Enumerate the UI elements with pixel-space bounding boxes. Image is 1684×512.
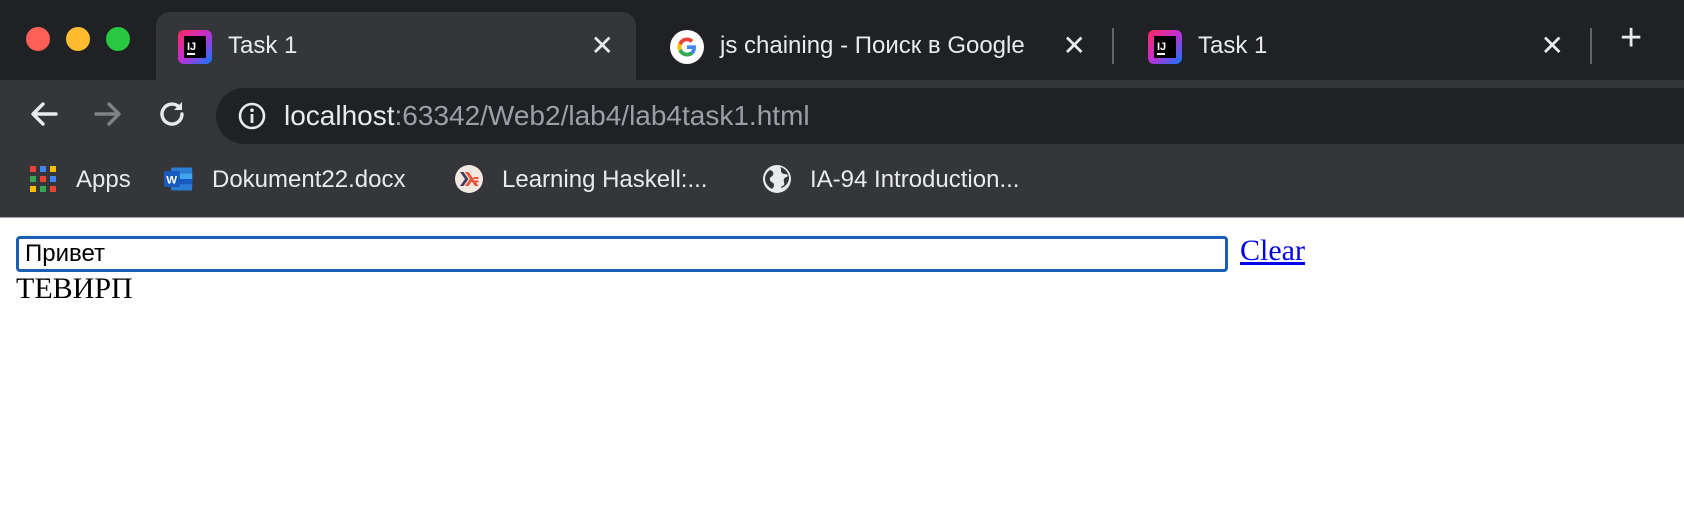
address-bar[interactable]: localhost:63342/Web2/lab4/lab4task1.html: [216, 88, 1684, 144]
reload-button[interactable]: [154, 96, 190, 132]
text-input[interactable]: [16, 236, 1228, 272]
close-tab-icon[interactable]: ✕: [591, 30, 614, 62]
info-icon[interactable]: [238, 102, 266, 130]
back-arrow-icon: [31, 102, 58, 126]
tab-task-1-active[interactable]: IJ Task 1 ✕: [156, 12, 636, 80]
address-url: localhost:63342/Web2/lab4/lab4task1.html: [284, 100, 810, 132]
tab-title: Task 1: [1198, 32, 1268, 59]
svg-text:W: W: [166, 174, 177, 186]
forward-arrow-icon: [94, 102, 121, 126]
svg-text:IJ: IJ: [1157, 41, 1166, 53]
tab-separator: [1112, 28, 1114, 64]
tab-strip: IJ Task 1 ✕ js chaining - Поиск в Google…: [0, 0, 1684, 80]
intellij-icon: IJ: [1148, 30, 1182, 64]
url-host: localhost: [284, 100, 395, 131]
globe-icon: [763, 165, 791, 193]
url-path: :63342/Web2/lab4/lab4task1.html: [394, 100, 810, 131]
close-tab-icon[interactable]: ✕: [1541, 30, 1564, 62]
page-content: Clear ТЕВИРП: [0, 218, 1684, 512]
svg-text:IJ: IJ: [187, 41, 196, 53]
intellij-icon: IJ: [178, 30, 212, 64]
google-icon: [670, 30, 704, 64]
bookmark-label: Learning Haskell:...: [502, 166, 708, 193]
reload-icon: [160, 102, 184, 126]
tab-task-1[interactable]: IJ Task 1 ✕: [1126, 12, 1586, 80]
word-icon: W: [164, 167, 193, 191]
bookmark-label: Apps: [76, 166, 131, 193]
fullscreen-window-button[interactable]: [106, 27, 130, 51]
minimize-window-button[interactable]: [66, 27, 90, 51]
forward-button[interactable]: [90, 96, 126, 132]
tab-title: js chaining - Поиск в Google: [720, 32, 1025, 59]
close-window-button[interactable]: [26, 27, 50, 51]
clear-link[interactable]: Clear: [1240, 234, 1305, 268]
tab-google-search[interactable]: js chaining - Поиск в Google ✕: [648, 12, 1108, 80]
new-tab-button[interactable]: +: [1620, 18, 1642, 58]
bookmarks-bar: Apps W Dokument22.docx Learning Haskell:…: [0, 150, 1684, 210]
reversed-output-text: ТЕВИРП: [16, 272, 133, 305]
haskell-icon: [455, 165, 483, 193]
bookmark-label: Dokument22.docx: [212, 166, 406, 193]
browser-chrome: IJ Task 1 ✕ js chaining - Поиск в Google…: [0, 0, 1684, 218]
back-button[interactable]: [26, 96, 62, 132]
apps-grid-icon: [30, 166, 56, 192]
tab-title: Task 1: [228, 32, 298, 59]
close-tab-icon[interactable]: ✕: [1063, 30, 1086, 62]
bookmark-label: IA-94 Introduction...: [810, 166, 1020, 193]
tab-separator: [1590, 28, 1592, 64]
